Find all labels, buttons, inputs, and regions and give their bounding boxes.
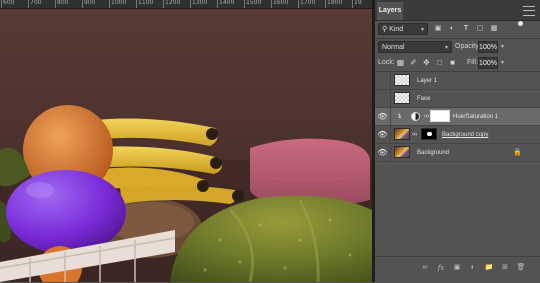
ruler-label: 800 <box>55 0 69 8</box>
lock-position-icon[interactable]: ✥ <box>422 58 431 67</box>
eye-icon[interactable]: 👁 <box>377 129 388 140</box>
tab-layers[interactable]: Layers <box>377 2 403 20</box>
layer-name[interactable]: Background copy <box>442 126 488 144</box>
opacity-dropdown-icon[interactable]: ▾ <box>501 43 504 50</box>
fill-dropdown-icon[interactable]: ▾ <box>501 59 504 66</box>
layer-thumbnail <box>394 146 410 158</box>
lock-icon: 🔒 <box>513 149 522 156</box>
layers-panel: Layers ⚲ Kind ▾ ▣ ◐ T ▢ ▩ Normal ▾ Opaci… <box>375 0 540 282</box>
lock-row: Lock: ▦ ✐ ✥ □ ■ Fill: 100% ▾ <box>375 55 540 71</box>
group-folder-icon[interactable]: 📁 <box>483 262 495 274</box>
visibility-off-icon[interactable]: ◯ <box>377 75 388 86</box>
smart-object-filter-icon[interactable]: ▩ <box>489 23 499 34</box>
adjustment-layer-icon[interactable]: ◐ <box>467 262 479 274</box>
ruler-label: 1800 <box>325 0 343 8</box>
ruler-label: 1700 <box>298 0 316 8</box>
filter-toggle-dot <box>518 21 523 26</box>
add-mask-icon[interactable]: ▣ <box>451 262 463 274</box>
layer-name[interactable]: Background <box>417 144 449 162</box>
layer-row-face[interactable]: ◯ Face <box>375 90 540 108</box>
chevron-down-icon: ▾ <box>420 27 424 33</box>
panel-menu-icon[interactable] <box>523 6 535 16</box>
clipping-arrow-icon: ↴ <box>396 113 402 120</box>
layer-thumbnail <box>394 92 410 104</box>
layer-name[interactable]: Layer 1 <box>417 72 437 90</box>
layer-row-layer-1[interactable]: ◯ Layer 1 <box>375 72 540 90</box>
filter-row: ⚲ Kind ▾ ▣ ◐ T ▢ ▩ <box>375 21 540 37</box>
lock-all-icon[interactable]: ■ <box>448 58 457 67</box>
fill-field[interactable]: 100% <box>478 57 498 69</box>
link-icon[interactable]: ∞ <box>412 129 417 140</box>
lock-transparent-pixels-icon[interactable]: ▦ <box>396 58 405 67</box>
ruler-label: 1000 <box>109 0 127 8</box>
adjustment-filter-icon[interactable]: ◐ <box>447 23 457 34</box>
ruler-label: 19 <box>352 0 362 8</box>
layer-mask-thumbnail[interactable] <box>430 110 450 122</box>
link-icon[interactable]: ∞ <box>424 111 429 122</box>
opacity-label: Opacity: <box>455 43 481 50</box>
layer-row-background[interactable]: 👁 Background 🔒 <box>375 144 540 162</box>
shape-filter-icon[interactable]: ▢ <box>475 23 485 34</box>
fx-icon[interactable]: fx <box>435 262 447 274</box>
image-filter-icon[interactable]: ▣ <box>433 23 443 34</box>
fill-label: Fill: <box>467 59 478 66</box>
ruler-label: 1300 <box>190 0 208 8</box>
layers-bottom-toolbar: ∞ fx ▣ ◐ 📁 ⊞ 🗑 <box>375 256 540 283</box>
top-ruler: 600 700 800 900 1000 1100 1200 1300 1400… <box>0 0 372 9</box>
hue-saturation-adjustment-icon <box>411 112 420 121</box>
ruler-label: 1100 <box>136 0 154 8</box>
layer-thumbnail <box>394 74 410 86</box>
link-layers-icon[interactable]: ∞ <box>419 262 431 274</box>
kind-filter-label: Kind <box>389 26 404 33</box>
layer-mask-thumbnail[interactable] <box>421 128 437 140</box>
ruler-label: 900 <box>82 0 96 8</box>
search-icon: ⚲ <box>382 26 388 33</box>
ruler-label: 1400 <box>217 0 235 8</box>
layer-row-hue-saturation-1[interactable]: 👁 ↴ ∞ Hue/Saturation 1 <box>375 108 540 126</box>
chevron-down-icon: ▾ <box>444 45 448 51</box>
kind-filter-select[interactable]: ⚲ Kind ▾ <box>378 23 428 35</box>
panel-tab-bar: Layers <box>375 0 540 21</box>
document-canvas[interactable]: 600 700 800 900 1000 1100 1200 1300 1400… <box>0 0 372 282</box>
blend-mode-select[interactable]: Normal ▾ <box>378 41 452 53</box>
layer-row-background-copy[interactable]: 👁 ∞ Background copy <box>375 126 540 144</box>
ruler-label: 600 <box>1 0 15 8</box>
opacity-field[interactable]: 100% <box>478 41 498 53</box>
trash-icon[interactable]: 🗑 <box>515 262 527 274</box>
layer-thumbnail <box>394 128 410 140</box>
type-filter-icon[interactable]: T <box>461 23 471 34</box>
ruler-label: 700 <box>28 0 42 8</box>
blend-row: Normal ▾ Opacity: 100% ▾ <box>375 39 540 55</box>
lock-artboard-icon[interactable]: □ <box>435 58 444 67</box>
ruler-label: 1200 <box>163 0 181 8</box>
fruit-photo <box>0 0 372 282</box>
new-layer-icon[interactable]: ⊞ <box>499 262 511 274</box>
filter-toggle[interactable] <box>505 21 527 34</box>
eye-icon[interactable]: 👁 <box>377 111 388 122</box>
lock-label: Lock: <box>378 59 395 66</box>
lock-image-pixels-icon[interactable]: ✐ <box>409 58 418 67</box>
blend-mode-value: Normal <box>382 44 405 51</box>
ruler-label: 1600 <box>271 0 289 8</box>
eye-icon[interactable]: 👁 <box>377 147 388 158</box>
visibility-off-icon[interactable]: ◯ <box>377 93 388 104</box>
layer-name[interactable]: Hue/Saturation 1 <box>453 108 498 126</box>
ruler-label: 1500 <box>244 0 262 8</box>
layer-name[interactable]: Face <box>417 90 430 108</box>
